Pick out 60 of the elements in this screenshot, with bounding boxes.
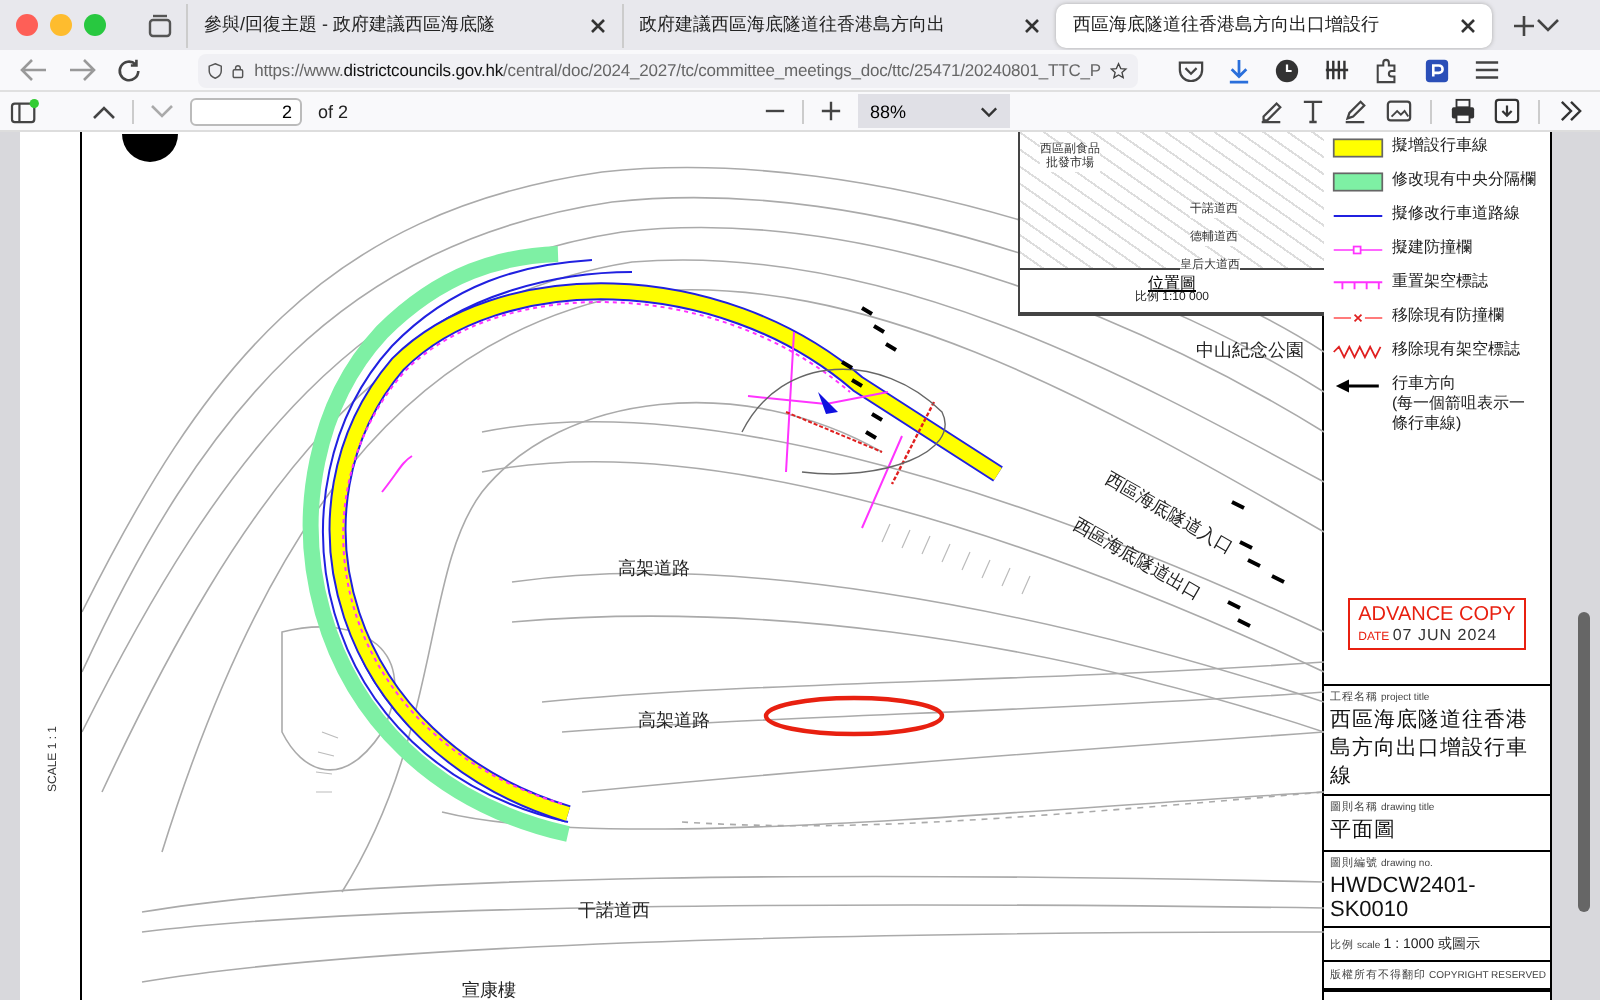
legend-label: 擬增設行車線 xyxy=(1392,136,1488,156)
road-label: 高架道路 xyxy=(618,558,690,578)
browser-tab[interactable]: 參與/回復主題 - 政府建議西區海底隧 xyxy=(186,3,622,47)
legend-label: (每一個箭咀表示一 xyxy=(1392,394,1526,414)
zoom-in-icon[interactable] xyxy=(820,100,843,122)
project-title: 西區海底隧道往香港島方向出口增設行車線 xyxy=(1330,708,1530,791)
menu-icon[interactable] xyxy=(1474,57,1500,81)
clock-icon[interactable] xyxy=(1274,57,1300,83)
bars-icon[interactable] xyxy=(1324,57,1350,81)
legend-label: 修改現有中央分隔欄 xyxy=(1392,170,1536,190)
text-tool-icon[interactable] xyxy=(1302,98,1324,124)
highlight-pen-icon[interactable] xyxy=(1258,98,1284,124)
caret-icon xyxy=(980,105,999,117)
bookmark-star-icon[interactable] xyxy=(1110,57,1128,83)
save-icon[interactable] xyxy=(1494,98,1520,124)
lock-icon xyxy=(232,59,245,81)
legend-label: 擬建防撞欄 xyxy=(1392,238,1472,258)
tab-overview-icon[interactable] xyxy=(146,11,174,39)
road-label: 干諾道西 xyxy=(578,900,650,920)
shield-icon[interactable] xyxy=(208,57,223,83)
median-legend-icon xyxy=(1332,170,1384,194)
browser-tab[interactable]: 西區海底隧道往香港島方向出口增設行 xyxy=(1056,3,1492,47)
park-label: 中山紀念公園 xyxy=(1196,340,1304,360)
location-map-title: 位置圖 xyxy=(1148,275,1196,292)
back-arrow-icon[interactable] xyxy=(20,58,48,82)
draw-pen-icon[interactable] xyxy=(1342,98,1368,124)
direction-legend-icon xyxy=(1332,374,1384,398)
legend-label: 擬修改行車道路線 xyxy=(1392,204,1520,224)
road-label: 高架道路 xyxy=(638,710,710,730)
legend-label: 重置架空標誌 xyxy=(1392,272,1488,292)
close-window-dot[interactable] xyxy=(16,14,38,36)
tab-list-chevron-icon[interactable] xyxy=(1536,17,1560,33)
pocket-icon[interactable] xyxy=(1178,57,1204,81)
close-icon[interactable] xyxy=(589,17,606,33)
close-icon[interactable] xyxy=(1460,17,1476,33)
legend-label: 條行車線) xyxy=(1392,414,1464,434)
previous-page-icon[interactable] xyxy=(92,103,116,119)
forward-arrow-icon[interactable] xyxy=(68,58,96,82)
print-icon[interactable] xyxy=(1450,98,1476,124)
close-icon[interactable] xyxy=(1024,17,1041,33)
page-number-field[interactable]: 2 xyxy=(190,97,302,125)
page-count: of 2 xyxy=(318,101,349,121)
sidebar-toggle-icon[interactable] xyxy=(10,98,40,124)
legend-label: 移除現有架空標誌 xyxy=(1392,340,1520,360)
zoom-window-dot[interactable] xyxy=(84,14,106,36)
legend-label: 行車方向 xyxy=(1392,374,1458,394)
zoom-dropdown[interactable]: 88% xyxy=(858,94,1011,128)
more-tools-icon[interactable] xyxy=(1558,100,1584,122)
legend-label: 移除現有防撞欄 xyxy=(1392,306,1504,326)
drawing-title: 平面圖 xyxy=(1330,818,1398,846)
building-label: 宣康樓 xyxy=(462,980,516,1000)
address-bar[interactable]: https://www.districtcouncils.gov.hk/central/doc/2024_2027/tc/committee_meetings_doc/ttc/25471/20240801_TTC_P xyxy=(198,53,1138,87)
image-icon[interactable] xyxy=(1386,98,1412,124)
drawing-number: HWDCW2401-SK0010 xyxy=(1330,874,1478,922)
extension-icon[interactable] xyxy=(1424,57,1450,83)
download-icon[interactable] xyxy=(1228,57,1250,83)
new-tab-icon[interactable] xyxy=(1512,13,1536,37)
minimize-window-dot[interactable] xyxy=(50,14,72,36)
reload-icon[interactable] xyxy=(116,57,142,83)
puzzle-icon[interactable] xyxy=(1374,57,1400,83)
